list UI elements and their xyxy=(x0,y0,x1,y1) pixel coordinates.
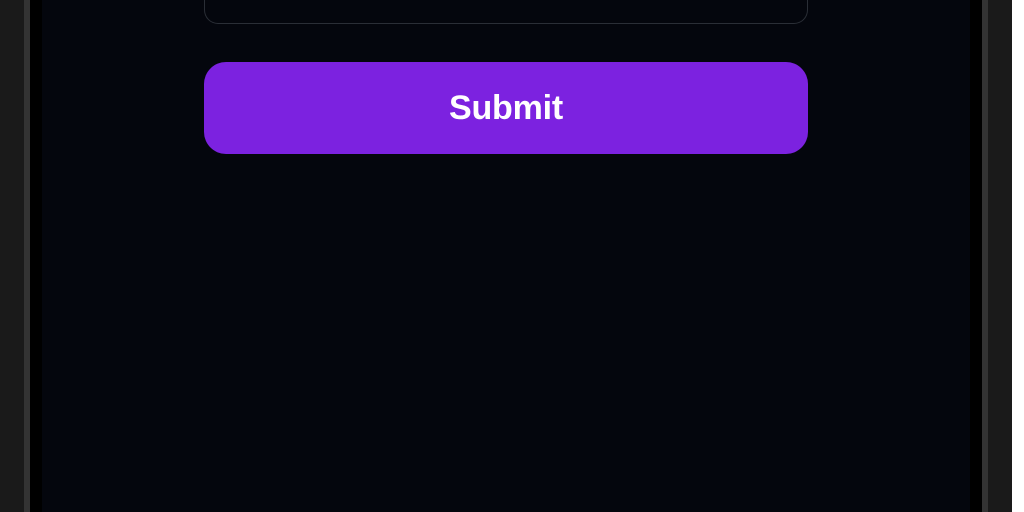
device-frame: Submit xyxy=(0,0,1012,512)
page-background-edge xyxy=(1012,0,1024,512)
submit-button-label: Submit xyxy=(449,89,563,128)
text-input[interactable] xyxy=(204,0,808,24)
app-screen: Submit xyxy=(42,0,970,512)
submit-button[interactable]: Submit xyxy=(204,62,808,154)
